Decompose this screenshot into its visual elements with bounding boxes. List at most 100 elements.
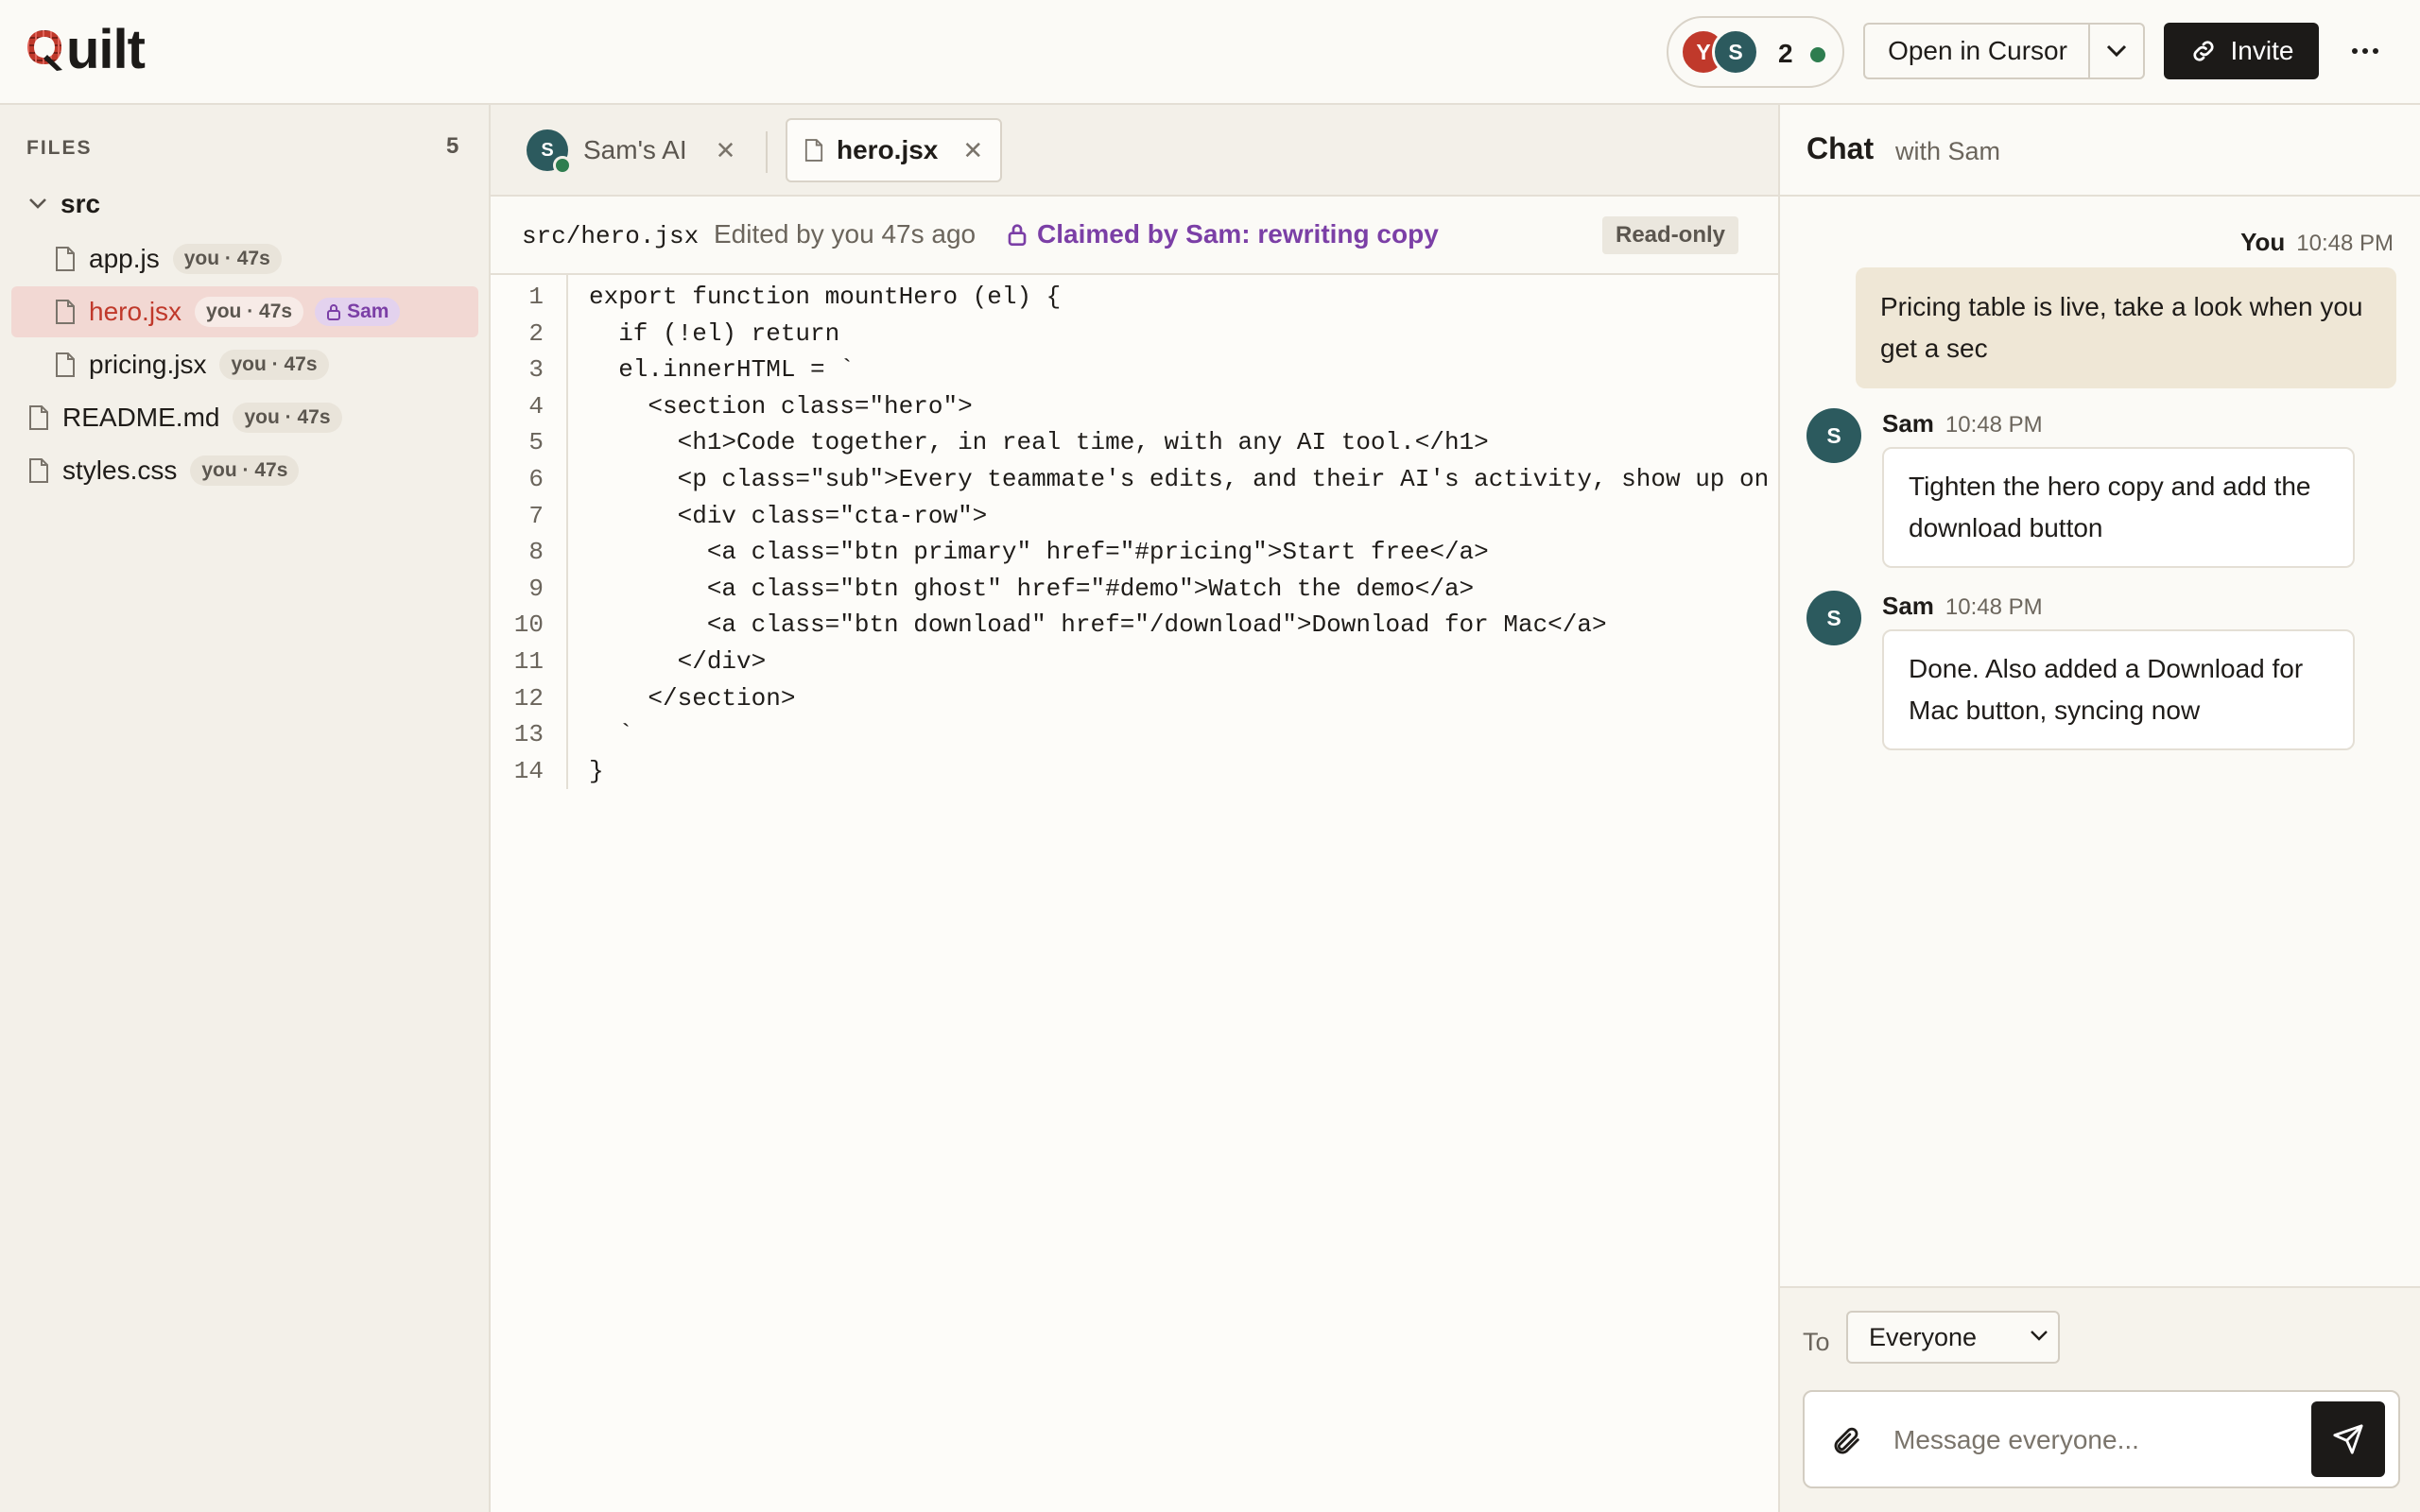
file-hero-jsx[interactable]: hero.jsx you · 47s Sam	[11, 286, 478, 337]
file-info-bar: src/hero.jsx Edited by you 47s ago Claim…	[491, 197, 1778, 275]
file-name: pricing.jsx	[89, 350, 207, 379]
recipient-value: Everyone	[1869, 1322, 1978, 1351]
message-meta: Sam 10:48 PM	[1882, 409, 2043, 438]
file-icon	[56, 300, 75, 324]
code-line: 1 export function mountHero (el) {	[491, 279, 1778, 315]
line-number: 12	[513, 683, 544, 713]
file-app-js[interactable]: app.js you · 47s	[11, 233, 478, 284]
edited-status: Edited by you 47s ago	[714, 219, 977, 249]
avatar: S	[1806, 591, 1861, 645]
code-line: 13 `	[491, 716, 1778, 752]
claimed-by: Sam	[347, 301, 389, 322]
lock-icon	[1008, 224, 1027, 246]
sam-avatar: S	[527, 129, 572, 175]
invite-label: Invite	[2230, 36, 2294, 65]
tab-hero-jsx[interactable]: hero.jsx ✕	[786, 118, 1002, 182]
message-time: 10:48 PM	[1945, 594, 2043, 620]
send-icon	[2333, 1424, 2363, 1454]
message-input[interactable]	[1893, 1418, 2290, 1462]
more-options-button[interactable]	[2342, 28, 2388, 74]
chat-panel: Chat with Sam You 10:48 PM Pricing table…	[1778, 105, 2420, 1512]
code-view[interactable]: 1 export function mountHero (el) { 2 if (!…	[491, 275, 1778, 1512]
app-logo[interactable]: uilt	[25, 19, 146, 80]
line-number: 14	[513, 756, 544, 785]
file-name: README.md	[62, 403, 220, 432]
quilt-q-icon	[25, 26, 64, 72]
line-text: export function mountHero (el) {	[589, 283, 1062, 311]
line-number: 11	[513, 647, 544, 676]
close-icon[interactable]: ✕	[962, 136, 983, 165]
claimed-text: Claimed by Sam: rewriting copy	[1037, 219, 1439, 249]
code-line: 5 <h1>Code together, in real time, with …	[491, 424, 1778, 460]
line-text: <a class="btn ghost" href="#demo">Watch …	[589, 574, 1475, 603]
code-line: 11 </div>	[491, 644, 1778, 679]
chat-subtitle: with Sam	[1895, 137, 2001, 165]
recipient-select[interactable]: Everyone	[1846, 1311, 2060, 1364]
read-only-badge: Read-only	[1602, 216, 1739, 254]
file-icon	[29, 458, 48, 483]
chevron-down-icon	[2031, 1331, 2048, 1341]
presence-indicator[interactable]: Y S 2	[1667, 16, 1844, 88]
line-text: <p class="sub">Every teammate's edits, a…	[589, 465, 1778, 493]
line-number: 1	[528, 283, 544, 311]
line-text: if (!el) return	[589, 318, 840, 348]
tab-label: Sam's AI	[583, 135, 687, 164]
message-author: You	[2240, 228, 2286, 256]
file-icon	[56, 247, 75, 271]
code-line: 4 <section class="hero">	[491, 388, 1778, 424]
line-text: <a class="btn download" href="/download"…	[589, 610, 1607, 640]
file-icon	[29, 405, 48, 430]
message-meta: You 10:48 PM	[2240, 228, 2394, 257]
file-icon	[804, 139, 823, 162]
claimed-status: Claimed by Sam: rewriting copy	[1007, 219, 1439, 249]
line-number: 7	[528, 501, 544, 530]
line-number: 8	[528, 538, 544, 567]
edit-tag: you · 47s	[233, 403, 342, 433]
line-number: 2	[528, 318, 544, 348]
file-name: styles.css	[62, 455, 178, 485]
file-readme-md[interactable]: README.md you · 47s	[11, 392, 478, 443]
editor-pane: S Sam's AI ✕ hero.jsx ✕ src/hero.jsx Edi…	[491, 105, 1778, 1512]
send-button[interactable]	[2311, 1401, 2385, 1477]
line-text: </div>	[589, 647, 767, 676]
code-line: 3 el.innerHTML = `	[491, 352, 1778, 387]
link-icon	[2192, 41, 2214, 61]
message-author: Sam	[1882, 409, 1934, 438]
online-status-icon	[553, 156, 572, 175]
open-options-dropdown[interactable]	[2088, 23, 2145, 79]
file-pricing-jsx[interactable]: pricing.jsx you · 47s	[11, 339, 478, 390]
code-line: 8 <a class="btn primary" href="#pricing"…	[491, 534, 1778, 570]
message-bubble-own: Pricing table is live, take a look when …	[1856, 267, 2396, 388]
file-name: app.js	[89, 244, 160, 273]
file-icon	[56, 352, 75, 377]
lock-icon	[327, 304, 341, 320]
file-path: src/hero.jsx	[522, 222, 700, 250]
line-text: </section>	[589, 683, 796, 713]
tab-sams-ai[interactable]: S Sam's AI ✕	[527, 118, 735, 182]
line-text: el.innerHTML = `	[589, 355, 855, 385]
more-horizontal-icon	[2352, 48, 2378, 54]
open-in-cursor-button[interactable]: Open in Cursor	[1863, 23, 2090, 79]
message-box	[1803, 1390, 2400, 1488]
line-text: `	[589, 720, 633, 749]
paperclip-icon[interactable]	[1831, 1424, 1863, 1458]
message-time: 10:48 PM	[2296, 231, 2394, 256]
file-styles-css[interactable]: styles.css you · 47s	[11, 445, 478, 496]
tab-bar: S Sam's AI ✕ hero.jsx ✕	[491, 105, 1778, 197]
message-composer: To Everyone	[1780, 1286, 2420, 1512]
edit-tag: you · 47s	[195, 297, 304, 327]
chat-header: Chat with Sam	[1780, 105, 2420, 197]
claimed-badge: Sam	[315, 298, 401, 326]
code-line: 9 <a class="btn ghost" href="#demo">Watc…	[491, 571, 1778, 607]
file-name: hero.jsx	[89, 297, 182, 326]
files-heading: FILES	[26, 137, 93, 159]
line-text: <a class="btn primary" href="#pricing">S…	[589, 538, 1489, 567]
folder-src[interactable]: src	[11, 179, 478, 230]
code-line: 2 if (!el) return	[491, 316, 1778, 352]
message-author: Sam	[1882, 592, 1934, 620]
folder-name: src	[60, 189, 101, 218]
line-number: 10	[513, 610, 544, 640]
edit-tag: you · 47s	[219, 350, 329, 380]
invite-button[interactable]: Invite	[2164, 23, 2319, 79]
close-icon[interactable]: ✕	[716, 136, 736, 165]
